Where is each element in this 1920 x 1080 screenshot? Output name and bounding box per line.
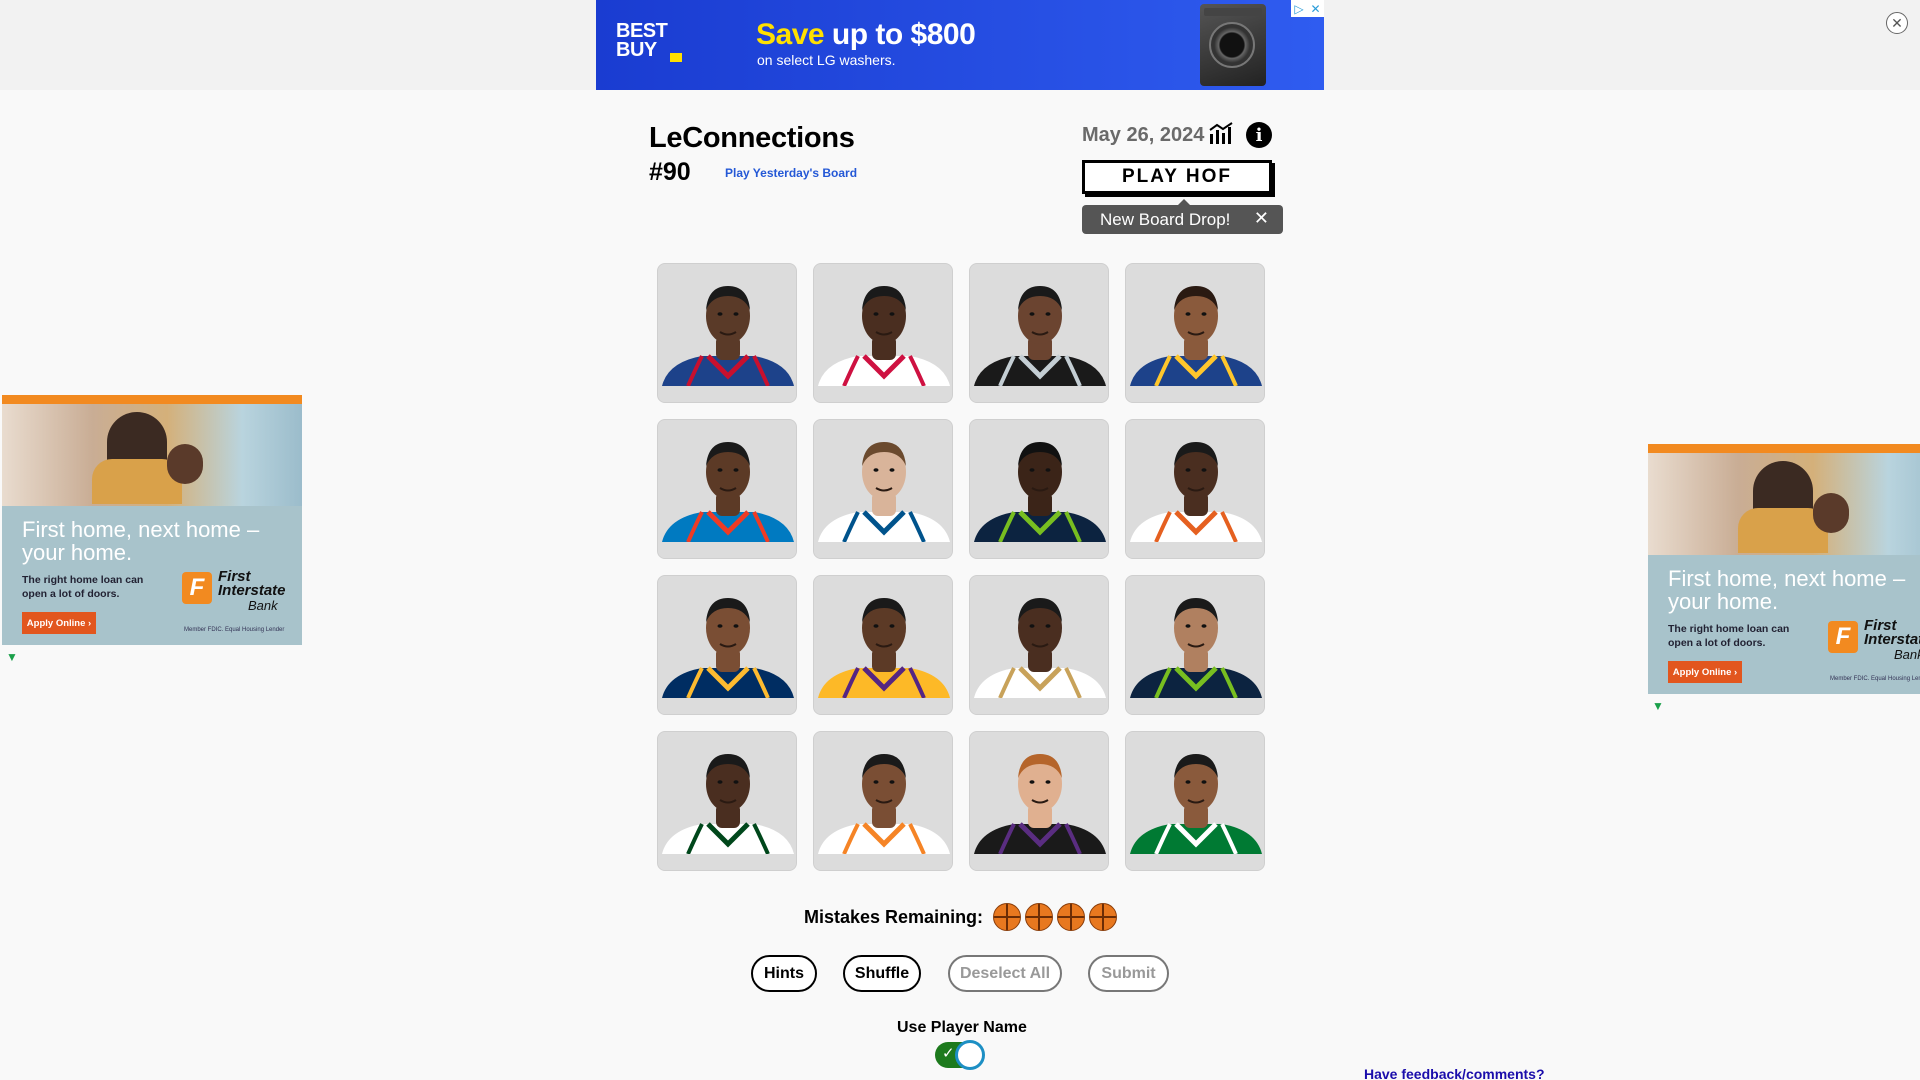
mistakes-balls xyxy=(993,903,1118,931)
player-tile[interactable] xyxy=(657,731,797,871)
basketball-icon xyxy=(1025,903,1054,931)
player-tile[interactable] xyxy=(1125,575,1265,715)
fdic-notice: Member FDIC. Equal Housing Lender xyxy=(184,627,285,633)
check-icon: ✓ xyxy=(942,1045,955,1062)
player-tile[interactable] xyxy=(1125,731,1265,871)
player-headshot xyxy=(658,598,796,714)
apply-online-button[interactable]: Apply Online › xyxy=(1668,661,1742,683)
play-hof-button[interactable]: PLAY HOF xyxy=(1082,160,1272,194)
player-headshot xyxy=(814,598,952,714)
fdic-notice: Member FDIC. Equal Housing Lender xyxy=(1830,676,1920,682)
player-headshot xyxy=(1126,598,1264,714)
play-yesterday-link[interactable]: Play Yesterday's Board xyxy=(725,166,857,180)
player-headshot xyxy=(658,286,796,402)
shuffle-button[interactable]: Shuffle xyxy=(843,955,921,992)
player-tile[interactable] xyxy=(969,419,1109,559)
bar-chart-icon[interactable] xyxy=(1208,122,1236,146)
player-tile[interactable] xyxy=(813,731,953,871)
freestar-icon[interactable]: ▼ xyxy=(6,650,18,664)
player-headshot xyxy=(814,442,952,558)
player-grid xyxy=(657,263,1265,871)
ad-headline: Save up to $800 xyxy=(756,18,976,51)
toggle-knob xyxy=(955,1040,985,1070)
basketball-icon xyxy=(1057,903,1086,931)
washer-image xyxy=(1200,4,1266,86)
player-tile[interactable] xyxy=(1125,419,1265,559)
player-headshot xyxy=(814,754,952,870)
family-photo xyxy=(2,404,302,506)
player-tile[interactable] xyxy=(969,731,1109,871)
page-title: LeConnections xyxy=(649,122,855,154)
first-interstate-logo: F First Interstate Bank xyxy=(182,569,297,615)
adchoices-icon[interactable]: ▷ ✕ xyxy=(1291,0,1324,17)
mistakes-label: Mistakes Remaining: xyxy=(804,906,984,927)
use-player-name-label: Use Player Name xyxy=(897,1019,1027,1036)
player-headshot xyxy=(1126,754,1264,870)
mistakes-remaining: Mistakes Remaining: xyxy=(804,903,1118,931)
player-tile[interactable] xyxy=(969,263,1109,403)
board-date: May 26, 2024 xyxy=(1082,124,1205,146)
price-tag-icon xyxy=(670,53,682,62)
player-headshot xyxy=(1126,442,1264,558)
apply-online-button[interactable]: Apply Online › xyxy=(22,612,96,634)
feedback-link[interactable]: Have feedback/comments? xyxy=(1364,1066,1545,1080)
side-ad-sub: The right home loan can open a lot of do… xyxy=(1668,623,1790,649)
side-ad-left[interactable]: First home, next home – your home. The r… xyxy=(2,395,302,645)
tooltip-close-icon[interactable]: ✕ xyxy=(1254,208,1269,229)
submit-button[interactable]: Submit xyxy=(1088,955,1169,992)
side-ad-headline: First home, next home – your home. xyxy=(1668,566,1906,614)
player-tile[interactable] xyxy=(1125,263,1265,403)
player-tile[interactable] xyxy=(813,419,953,559)
player-tile[interactable] xyxy=(969,575,1109,715)
player-tile[interactable] xyxy=(813,263,953,403)
player-headshot xyxy=(814,286,952,402)
close-icon[interactable]: ✕ xyxy=(1886,12,1908,34)
side-ad-right[interactable]: First home, next home – your home. The r… xyxy=(1648,444,1920,694)
player-headshot xyxy=(658,754,796,870)
new-board-tooltip: New Board Drop! ✕ xyxy=(1082,199,1283,234)
player-headshot xyxy=(970,598,1108,714)
player-headshot xyxy=(1126,286,1264,402)
top-banner-ad[interactable]: BEST BUY Save up to $800 on select LG wa… xyxy=(596,0,1324,90)
player-tile[interactable] xyxy=(657,263,797,403)
player-tile[interactable] xyxy=(813,575,953,715)
freestar-icon[interactable]: ▼ xyxy=(1652,699,1664,713)
board-number: #90 xyxy=(649,158,691,186)
basketball-icon xyxy=(1089,903,1118,931)
basketball-icon xyxy=(993,903,1022,931)
player-headshot xyxy=(970,286,1108,402)
deselect-all-button[interactable]: Deselect All xyxy=(948,955,1062,992)
family-photo xyxy=(1648,453,1920,555)
player-headshot xyxy=(970,754,1108,870)
player-tile[interactable] xyxy=(657,575,797,715)
best-buy-logo: BEST BUY xyxy=(616,21,682,64)
info-icon[interactable]: i xyxy=(1246,122,1272,148)
use-player-name-toggle[interactable]: ✓ xyxy=(935,1040,985,1070)
player-headshot xyxy=(658,442,796,558)
hints-button[interactable]: Hints xyxy=(751,955,817,992)
first-interstate-logo: F First Interstate Bank xyxy=(1828,618,1920,664)
side-ad-sub: The right home loan can open a lot of do… xyxy=(22,574,144,600)
ad-subline: on select LG washers. xyxy=(757,52,896,68)
side-ad-headline: First home, next home – your home. xyxy=(22,517,260,565)
player-tile[interactable] xyxy=(657,419,797,559)
player-headshot xyxy=(970,442,1108,558)
tooltip-text: New Board Drop! xyxy=(1100,209,1231,229)
